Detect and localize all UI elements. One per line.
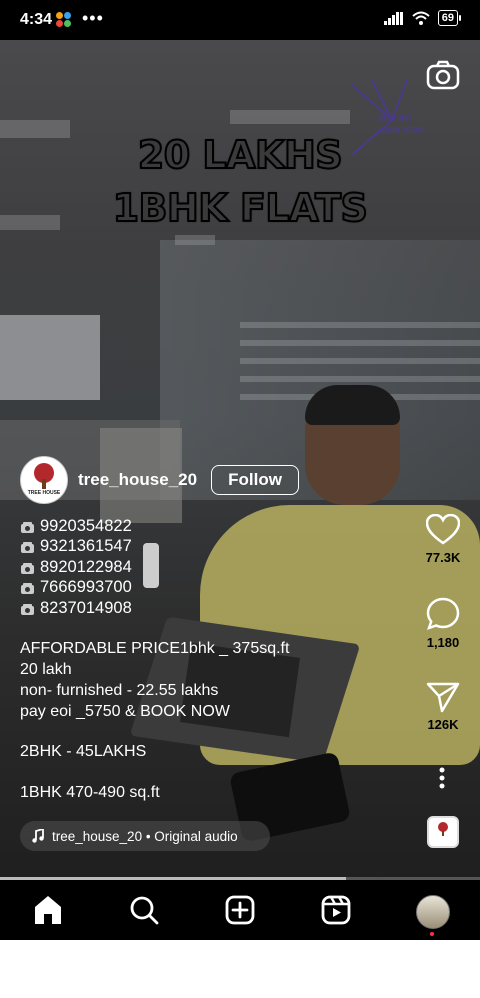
wifi-icon [412,11,430,25]
phone-number: 8920122984 [40,557,132,576]
caption-line: 20 lakh [20,661,72,678]
whiteboard [0,315,100,400]
send-icon [426,682,460,713]
profile-avatar[interactable] [416,895,450,929]
share-button[interactable]: 126K [398,681,480,732]
status-right: 69 [383,10,462,26]
telephone-icon [20,520,35,533]
phone-list: 9920354822 9321361547 8920122984 7666993… [20,516,132,619]
audio-label: tree_house_20 • Original audio [52,828,238,844]
list-item: 7666993700 [20,578,132,599]
share-count: 126K [427,717,459,732]
telephone-icon [20,602,35,615]
list-item: 8237014908 [20,598,132,619]
reels-icon[interactable] [320,894,352,926]
more-notifications-icon: ••• [82,8,104,28]
caption-line: 1BHK 470-490 sq.ft [20,784,160,801]
ceiling-light [230,110,350,124]
telephone-icon [20,561,35,574]
overlay-title-line2: 1BHK FLATS [112,185,369,231]
bottom-nav [0,880,480,940]
comment-button[interactable]: 1,180 [398,597,480,650]
comment-icon [426,597,460,631]
author-avatar[interactable]: TREE HOUSE [20,456,68,504]
audio-thumbnail[interactable] [427,816,459,848]
tree-trunk [442,831,444,836]
search-icon[interactable] [128,894,160,926]
telephone-icon [20,581,35,595]
list-item: 9920354822 [20,516,132,537]
home-icon[interactable] [32,894,64,926]
glass-stripe [240,376,480,382]
phone-number: 8237014908 [40,598,132,617]
tree-trunk [42,479,46,489]
heart-icon [426,514,460,545]
logo-text-line: प्रधान मंत्री [378,113,412,123]
signal-icon [383,12,403,25]
list-item: 9321361547 [20,537,132,558]
camera-icon[interactable] [426,60,460,90]
comment-count: 1,180 [426,635,460,650]
author-username[interactable]: tree_house_20 [78,470,197,490]
glass-stripe [240,322,480,328]
notification-dot [430,932,434,936]
telephone-icon [20,540,35,554]
like-button[interactable]: 77.3K [398,514,480,565]
create-icon[interactable] [224,894,256,926]
battery-icon: 69 [437,10,462,26]
caption-line: 2BHK - 45LAKHS [20,743,147,760]
music-note-icon [32,829,44,843]
glass-stripe [240,358,480,364]
follow-button[interactable]: Follow [211,465,300,495]
phone-number: 9321361547 [40,537,132,556]
audio-pill[interactable]: tree_house_20 • Original audio [20,821,270,851]
like-count: 77.3K [425,550,461,565]
overlay-title-line1: 20 LAKHS [137,132,344,178]
person-hair [305,385,400,425]
water-bottle [143,543,159,588]
caption-line: non- furnished - 22.55 lakhs [20,682,219,699]
list-item: 8920122984 [20,557,132,578]
app-notification-icon [56,12,72,28]
status-bar: 4:34 ••• 69 [0,0,480,40]
more-options-icon[interactable] [438,767,446,789]
glass-stripe [240,340,480,346]
phone-number: 9920354822 [40,516,132,535]
caption-line: AFFORDABLE PRICE1bhk _ 375sq.ft [20,640,290,657]
caption[interactable]: AFFORDABLE PRICE1bhk _ 375sq.ft 20 lakh … [20,638,289,722]
author-row: TREE HOUSE tree_house_20 Follow [20,456,300,504]
avatar-label: TREE HOUSE [27,490,61,496]
status-time: 4:34 [20,11,53,28]
caption-line: pay eoi _5750 & BOOK NOW [20,703,230,720]
phone-number: 7666993700 [40,578,132,597]
